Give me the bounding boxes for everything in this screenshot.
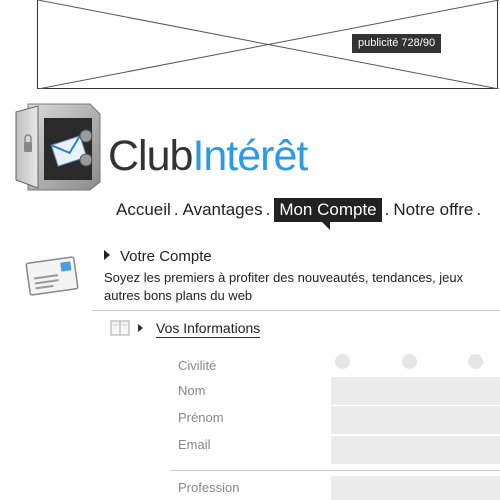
nav-separator: . bbox=[476, 200, 482, 219]
civilite-radio-2[interactable] bbox=[402, 354, 417, 369]
civilite-label: Civilité bbox=[178, 358, 217, 373]
account-title-text: Votre Compte bbox=[120, 248, 212, 265]
account-description-line2: autres bons plans du web bbox=[104, 288, 253, 303]
civilite-radio-3[interactable] bbox=[468, 354, 483, 369]
nav-item-mon-compte[interactable]: Mon Compte bbox=[274, 198, 382, 230]
account-description-line1: Soyez les premiers à profiter des nouvea… bbox=[104, 270, 464, 285]
nav-separator: . bbox=[173, 200, 179, 219]
profession-label: Profession bbox=[178, 480, 240, 495]
logo-club-text: Club bbox=[108, 132, 193, 180]
profession-select[interactable] bbox=[331, 476, 500, 500]
email-input[interactable] bbox=[331, 436, 500, 464]
nom-label: Nom bbox=[178, 383, 206, 398]
triangle-right-icon bbox=[138, 324, 143, 332]
nom-input[interactable] bbox=[331, 377, 500, 405]
main-nav: Accueil. Avantages. Mon Compte. Notre offre… bbox=[116, 198, 485, 230]
section-title-vos-informations[interactable]: Vos Informations bbox=[156, 320, 261, 338]
section-divider bbox=[92, 310, 500, 311]
ad-banner: publicité 728/90 bbox=[37, 0, 499, 89]
account-title: Votre Compte bbox=[104, 248, 212, 265]
safe-logo-icon[interactable] bbox=[8, 98, 104, 194]
civilite-radio-1[interactable] bbox=[335, 354, 350, 369]
nav-separator: . bbox=[384, 200, 390, 219]
nav-separator: . bbox=[265, 200, 271, 219]
site-logo-text[interactable]: ClubIntérêt bbox=[108, 128, 308, 184]
prenom-input[interactable] bbox=[331, 406, 500, 434]
account-description: Soyez les premiers à profiter des nouvea… bbox=[104, 269, 500, 305]
form-divider bbox=[170, 470, 500, 471]
ad-label: publicité 728/90 bbox=[352, 34, 442, 53]
triangle-right-icon bbox=[104, 250, 110, 260]
prenom-label: Prénom bbox=[178, 410, 224, 425]
nav-item-avantages[interactable]: Avantages bbox=[183, 198, 263, 222]
nav-item-accueil[interactable]: Accueil bbox=[116, 198, 171, 222]
envelope-icon bbox=[25, 256, 79, 296]
nav-item-notre-offre[interactable]: Notre offre bbox=[393, 198, 473, 222]
logo-interet-text: Intérêt bbox=[192, 132, 308, 180]
email-label: Email bbox=[178, 437, 211, 452]
book-icon bbox=[110, 320, 130, 336]
